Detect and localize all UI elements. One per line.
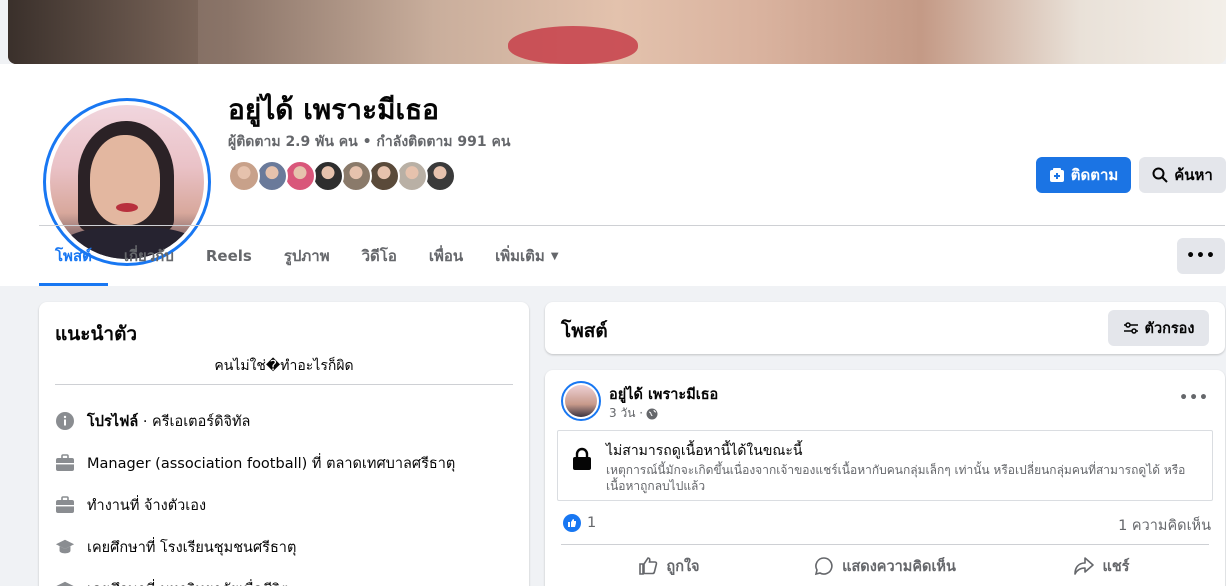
intro-item: เคยศึกษาที่ มหาวิทยาลัยเพื่อชีวิต	[55, 568, 515, 586]
tab-label: Reels	[205, 247, 252, 265]
post-time[interactable]: 3 วัน ·	[609, 404, 643, 423]
intro-item: ทำงานที่ จ้างตัวเอง	[55, 484, 515, 526]
tab-label: รูปภาพ	[283, 247, 330, 265]
intro-bio: คนไม่ใช่�ทำอะไรก็ผิด	[214, 358, 354, 374]
follow-icon	[1049, 168, 1064, 182]
cover-shade	[8, 0, 198, 64]
tab-reels[interactable]: Reels	[190, 226, 268, 286]
post-options-button[interactable]: •••	[1179, 390, 1209, 406]
graduation-cap-icon	[55, 537, 75, 557]
intro-divider	[55, 384, 513, 385]
filter-icon	[1123, 322, 1138, 334]
content-unavailable-box: ไม่สามารถดูเนื้อหานี้ได้ในขณะนี้ เหตุการ…	[557, 430, 1213, 501]
reaction-summary[interactable]: 1	[563, 514, 596, 532]
post-meta: 3 วัน ·	[609, 404, 658, 423]
search-button[interactable]: ค้นหา	[1139, 157, 1226, 193]
intro-item: โปรไฟล์ · ครีเอเตอร์ดิจิทัล	[55, 400, 515, 442]
intro-card: แนะนำตัว คนไม่ใช่�ทำอะไรก็ผิด โปรไฟล์ · …	[39, 302, 529, 586]
share-label: แชร์	[1102, 558, 1130, 575]
tab-friends[interactable]: เพื่อน	[413, 226, 479, 286]
follow-button[interactable]: ติดตาม	[1036, 157, 1131, 193]
comment-button[interactable]: แสดงความคิดเห็น	[777, 548, 993, 584]
posts-title: โพสต์	[561, 320, 608, 342]
tab-posts[interactable]: โพสต์	[39, 226, 108, 286]
posts-header: โพสต์ ตัวกรอง	[545, 302, 1225, 354]
info-icon	[55, 411, 75, 431]
mutual-avatars[interactable]	[228, 160, 456, 194]
share-icon	[1073, 557, 1094, 575]
lock-icon	[573, 447, 591, 470]
intro-item: Manager (association football) ที่ ตลาดเ…	[55, 442, 515, 484]
filter-button[interactable]: ตัวกรอง	[1108, 310, 1209, 346]
comment-label: แสดงความคิดเห็น	[842, 558, 956, 575]
tab-label: เกี่ยวกับ	[123, 247, 174, 265]
mutual-avatar[interactable]	[424, 160, 456, 192]
cover-lips	[508, 26, 638, 64]
comment-icon	[815, 557, 833, 576]
action-divider	[561, 544, 1209, 545]
caret-down-icon: ▼	[550, 250, 559, 262]
page-title: อยู่ได้ เพราะมีเธอ	[228, 93, 439, 126]
briefcase-icon	[55, 495, 75, 515]
globe-icon	[646, 408, 658, 419]
mutual-avatar[interactable]	[368, 160, 400, 192]
intro-item-detail: ทำงานที่ จ้างตัวเอง	[87, 497, 207, 514]
follower-stats[interactable]: ผู้ติดตาม 2.9 พัน คน • กำลังติดตาม 991 ค…	[228, 131, 510, 153]
tab-label: เพิ่มเติม	[495, 247, 545, 265]
mutual-avatar[interactable]	[256, 160, 288, 192]
tab-more[interactable]: เพิ่มเติม ▼	[479, 226, 574, 286]
thumbs-up-icon	[639, 557, 658, 575]
mutual-avatar[interactable]	[284, 160, 316, 192]
tab-videos[interactable]: วิดีโอ	[346, 226, 413, 286]
post-author-avatar[interactable]	[561, 381, 601, 421]
search-icon	[1152, 167, 1168, 183]
avatar-lip	[116, 203, 138, 212]
like-reaction-icon	[563, 514, 581, 532]
intro-item-text: Manager (association football) ที่ ตลาดเ…	[87, 452, 455, 475]
more-dots-icon: •••	[1186, 248, 1216, 264]
intro-item-detail: เคยศึกษาที่ โรงเรียนชุมชนศรีธาตุ	[87, 539, 297, 556]
mutual-avatar[interactable]	[228, 160, 260, 192]
filter-label: ตัวกรอง	[1144, 320, 1195, 337]
intro-item-detail: · ครีเอเตอร์ดิจิทัล	[138, 413, 251, 430]
mutual-avatar[interactable]	[312, 160, 344, 192]
intro-item-text: ทำงานที่ จ้างตัวเอง	[87, 494, 206, 517]
mutual-avatar[interactable]	[396, 160, 428, 192]
unavailable-description: เหตุการณ์นี้มักจะเกิดขึ้นเนื่องจากเจ้าขอ…	[606, 463, 1186, 493]
graduation-cap-icon	[55, 579, 75, 586]
tab-about[interactable]: เกี่ยวกับ	[108, 226, 190, 286]
avatar-photo	[565, 385, 597, 417]
like-button[interactable]: ถูกใจ	[561, 548, 777, 584]
briefcase-icon	[55, 453, 75, 473]
tab-label: วิดีโอ	[361, 247, 397, 265]
post-author-name[interactable]: อยู่ได้ เพราะมีเธอ	[609, 383, 718, 406]
search-label: ค้นหา	[1174, 166, 1213, 184]
more-options-button[interactable]: •••	[1177, 238, 1225, 274]
post-card: อยู่ได้ เพราะมีเธอ 3 วัน · ••• ไม่สามารถ…	[545, 370, 1225, 586]
intro-item-text: เคยศึกษาที่ มหาวิทยาลัยเพื่อชีวิต	[87, 578, 290, 586]
intro-item: เคยศึกษาที่ โรงเรียนชุมชนศรีธาตุ	[55, 526, 515, 568]
post-actions: ถูกใจ แสดงความคิดเห็น แชร์	[561, 548, 1209, 584]
tab-label: เพื่อน	[428, 247, 464, 265]
intro-title: แนะนำตัว	[55, 323, 138, 345]
like-count: 1	[587, 515, 597, 531]
intro-item-text: โปรไฟล์ · ครีเอเตอร์ดิจิทัล	[87, 410, 250, 433]
intro-item-detail: เคยศึกษาที่ มหาวิทยาลัยเพื่อชีวิต	[87, 582, 290, 586]
tab-photos[interactable]: รูปภาพ	[268, 226, 346, 286]
intro-list: โปรไฟล์ · ครีเอเตอร์ดิจิทัล Manager (asso…	[55, 400, 515, 586]
intro-item-text: เคยศึกษาที่ โรงเรียนชุมชนศรีธาตุ	[87, 536, 296, 559]
like-label: ถูกใจ	[666, 558, 700, 575]
mutual-avatar[interactable]	[340, 160, 372, 192]
tab-label: โพสต์	[55, 247, 92, 265]
intro-item-detail: Manager (association football) ที่ ตลาดเ…	[87, 455, 456, 472]
profile-tabs: โพสต์ เกี่ยวกับ Reels รูปภาพ วิดีโอ เพื่…	[39, 226, 575, 286]
comment-count[interactable]: 1 ความคิดเห็น	[1118, 514, 1211, 537]
cover-photo[interactable]	[8, 0, 1226, 64]
intro-item-bold[interactable]: โปรไฟล์	[87, 414, 138, 430]
follow-label: ติดตาม	[1070, 166, 1119, 184]
share-button[interactable]: แชร์	[993, 548, 1209, 584]
profile-header: อยู่ได้ เพราะมีเธอ ผู้ติดตาม 2.9 พัน คน …	[0, 64, 1226, 286]
unavailable-title: ไม่สามารถดูเนื้อหานี้ได้ในขณะนี้	[606, 443, 803, 459]
